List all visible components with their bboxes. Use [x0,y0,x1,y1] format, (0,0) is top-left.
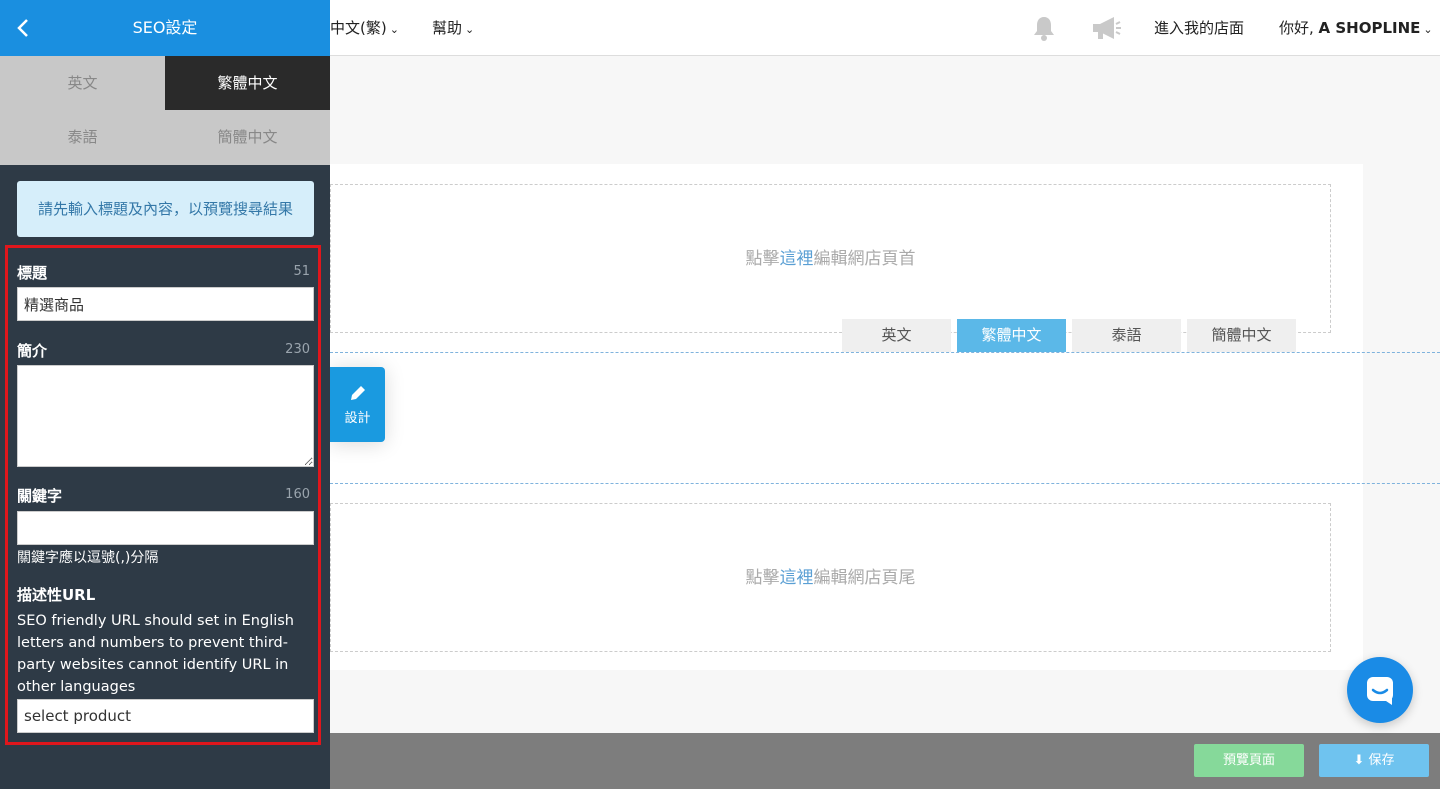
save-button-label: 保存 [1368,753,1395,768]
user-menu[interactable]: 你好, A SHOPLINE ⌄ [1279,0,1433,56]
section-divider [330,483,1440,484]
edit-footer-area[interactable]: 點擊這裡編輯網店頁尾 [330,503,1331,652]
chevron-down-icon: ⌄ [389,23,399,36]
tab-thai[interactable]: 泰語 [0,110,165,164]
seo-language-tabs: 英文 繁體中文 泰語 簡體中文 [0,56,330,165]
bottom-action-bar: 預覽頁面 ⬇ 保存 [330,733,1440,789]
page-canvas: 點擊這裡編輯網店頁首 英文 繁體中文 泰語 簡體中文 設計 點擊這裡編輯網店頁尾 [330,56,1440,733]
keywords-label: 關鍵字 [17,487,63,505]
greeting-prefix: 你好, [1279,19,1319,37]
header-prefix: 點擊 [745,249,780,269]
enter-store-link[interactable]: 進入我的店面 [1154,0,1244,56]
language-menu-label: 中文(繁) [330,19,387,37]
help-menu-label: 幫助 [432,19,463,37]
keywords-input[interactable] [17,511,314,545]
help-menu[interactable]: 幫助 ⌄ [432,0,474,56]
preview-page-button[interactable]: 預覽頁面 [1194,744,1304,777]
keywords-hint: 關鍵字應以逗號(,)分隔 [17,550,159,566]
url-label: 描述性URL [17,586,96,604]
header-suffix: 編輯網店頁首 [813,249,916,269]
seo-panel-header: SEO設定 [0,0,330,56]
title-char-count: 51 [293,264,310,279]
canvas-language-tabs: 英文 繁體中文 泰語 簡體中文 [842,319,1296,352]
chevron-down-icon: ⌄ [465,23,475,36]
save-button[interactable]: ⬇ 保存 [1319,744,1429,777]
design-button-label: 設計 [344,411,371,426]
title-label: 標題 [17,264,48,282]
tab-traditional-chinese[interactable]: 繁體中文 [165,56,330,110]
keywords-char-count: 160 [285,487,310,502]
canvas-tab-english[interactable]: 英文 [842,319,951,352]
footer-suffix: 編輯網店頁尾 [813,568,916,588]
footer-edit-link[interactable]: 這裡 [780,568,814,588]
description-textarea[interactable] [17,365,314,467]
user-name: A SHOPLINE [1318,19,1421,37]
search-preview-info: 請先輸入標題及內容，以預覽搜尋結果 [17,181,314,237]
tab-simplified-chinese[interactable]: 簡體中文 [165,110,330,164]
footer-prefix: 點擊 [745,568,780,588]
design-button[interactable]: 設計 [330,367,385,442]
seo-settings-panel: SEO設定 英文 繁體中文 泰語 簡體中文 請先輸入標題及內容，以預覽搜尋結果 … [0,0,330,789]
chat-icon [1367,677,1393,705]
canvas-tab-thai[interactable]: 泰語 [1072,319,1181,352]
chevron-down-icon: ⌄ [1423,23,1433,36]
edit-header-area[interactable]: 點擊這裡編輯網店頁首 [330,184,1331,333]
title-input[interactable] [17,287,314,321]
description-char-count: 230 [285,342,310,357]
bell-icon[interactable] [1030,14,1058,42]
url-description: SEO friendly URL should set in English l… [17,613,294,695]
url-input[interactable] [17,699,314,733]
section-divider [330,352,1440,353]
pencil-icon [350,384,366,400]
chat-launcher-button[interactable] [1347,657,1413,723]
header-edit-link[interactable]: 這裡 [780,249,814,269]
tab-english[interactable]: 英文 [0,56,165,110]
canvas-tab-simplified-chinese[interactable]: 簡體中文 [1187,319,1296,352]
language-menu[interactable]: 中文(繁) ⌄ [330,0,399,56]
description-label: 簡介 [17,342,48,360]
canvas-tab-traditional-chinese[interactable]: 繁體中文 [957,319,1066,352]
megaphone-icon[interactable] [1090,14,1122,42]
panel-title: SEO設定 [132,18,198,37]
download-icon: ⬇ [1353,753,1365,768]
